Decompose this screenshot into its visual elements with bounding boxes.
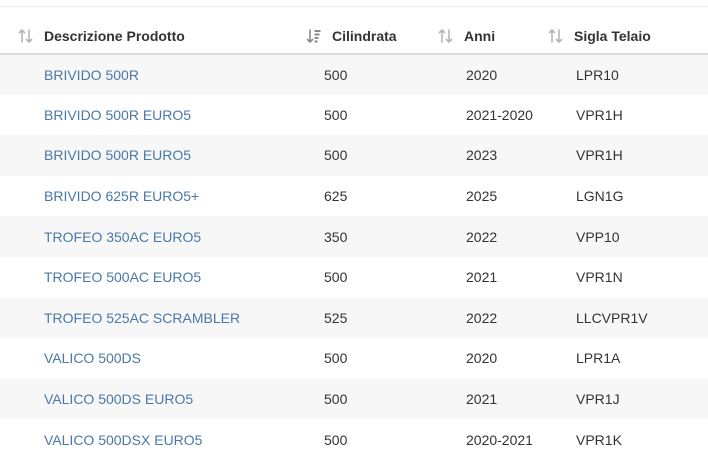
product-table: Descrizione Prodotto Cilindrata Anni Sig… xyxy=(0,18,708,460)
column-label: Descrizione Prodotto xyxy=(44,27,185,44)
sort-icon xyxy=(18,28,33,43)
cell-anni: 2021-2020 xyxy=(466,106,533,123)
cell-cilindrata: 500 xyxy=(324,350,348,367)
cell-cilindrata: 500 xyxy=(324,431,348,448)
table-row: VALICO 500DSX EURO5 500 2020-2021 VPR1K xyxy=(0,419,708,460)
product-link[interactable]: VALICO 500DS EURO5 xyxy=(44,391,193,407)
table-row: TROFEO 525AC SCRAMBLER 525 2022 LLCVPR1V xyxy=(0,297,708,339)
column-label: Cilindrata xyxy=(332,27,397,44)
cell-sigla-telaio: VPR1K xyxy=(576,431,622,448)
table-row: TROFEO 350AC EURO5 350 2022 VPP10 xyxy=(0,216,708,257)
product-link[interactable]: TROFEO 500AC EURO5 xyxy=(44,269,201,285)
cell-descrizione: BRIVIDO 500R EURO5 xyxy=(0,135,324,176)
cell-anni: 2023 xyxy=(466,147,498,164)
cell-descrizione: VALICO 500DS xyxy=(0,338,324,379)
cell-anni: 2022 xyxy=(466,228,498,245)
cell-cilindrata: 500 xyxy=(324,66,348,83)
table-row: BRIVIDO 500R EURO5 500 2023 VPR1H xyxy=(0,135,708,176)
table-row: VALICO 500DS EURO5 500 2021 VPR1J xyxy=(0,378,708,420)
cell-descrizione: VALICO 500DS EURO5 xyxy=(0,379,324,420)
cell-cilindrata: 500 xyxy=(324,147,348,164)
product-link[interactable]: TROFEO 525AC SCRAMBLER xyxy=(44,310,240,326)
cell-sigla-telaio: VPR1H xyxy=(576,147,623,164)
cell-sigla-telaio: LPR1A xyxy=(576,350,621,367)
cell-anni: 2020 xyxy=(466,66,498,83)
column-header-descrizione[interactable]: Descrizione Prodotto xyxy=(0,18,324,55)
cell-descrizione: TROFEO 525AC SCRAMBLER xyxy=(0,298,324,339)
cell-sigla-telaio: VPR1J xyxy=(576,391,620,408)
table-row: BRIVIDO 625R EURO5+ 625 2025 LGN1G xyxy=(0,175,708,217)
cell-descrizione: BRIVIDO 500R xyxy=(0,54,324,95)
product-link[interactable]: VALICO 500DS xyxy=(44,350,141,366)
product-link[interactable]: BRIVIDO 500R xyxy=(44,67,139,83)
table-row: BRIVIDO 500R 500 2020 LPR10 xyxy=(0,54,708,95)
table-row: VALICO 500DS 500 2020 LPR1A xyxy=(0,338,708,379)
sort-icon xyxy=(438,28,453,43)
cell-sigla-telaio: LLCVPR1V xyxy=(576,309,648,326)
cell-cilindrata: 500 xyxy=(324,391,348,408)
cell-descrizione: TROFEO 500AC EURO5 xyxy=(0,257,324,298)
top-divider xyxy=(0,6,708,7)
cell-cilindrata: 500 xyxy=(324,269,348,286)
cell-anni: 2020-2021 xyxy=(466,431,533,448)
cell-descrizione: TROFEO 350AC EURO5 xyxy=(0,216,324,257)
product-link[interactable]: BRIVIDO 500R EURO5 xyxy=(44,147,191,163)
cell-anni: 2021 xyxy=(466,269,498,286)
cell-sigla-telaio: VPR1N xyxy=(576,269,623,286)
table-row: TROFEO 500AC EURO5 500 2021 VPR1N xyxy=(0,256,708,298)
product-link[interactable]: BRIVIDO 500R EURO5 xyxy=(44,107,191,123)
product-link[interactable]: VALICO 500DSX EURO5 xyxy=(44,432,202,448)
cell-cilindrata: 500 xyxy=(324,106,348,123)
cell-cilindrata: 625 xyxy=(324,188,348,205)
cell-cilindrata: 350 xyxy=(324,228,348,245)
sort-amount-down-icon xyxy=(306,28,321,43)
cell-sigla-telaio: VPP10 xyxy=(576,228,620,245)
cell-anni: 2025 xyxy=(466,188,498,205)
cell-cilindrata: 525 xyxy=(324,309,348,326)
table-row: BRIVIDO 500R EURO5 500 2021-2020 VPR1H xyxy=(0,94,708,136)
cell-descrizione: VALICO 500DSX EURO5 xyxy=(0,419,324,460)
cell-anni: 2022 xyxy=(466,309,498,326)
cell-anni: 2020 xyxy=(466,350,498,367)
table-header-row: Descrizione Prodotto Cilindrata Anni Sig… xyxy=(0,18,708,55)
cell-anni: 2021 xyxy=(466,391,498,408)
product-link[interactable]: BRIVIDO 625R EURO5+ xyxy=(44,188,199,204)
sort-icon xyxy=(548,28,563,43)
cell-sigla-telaio: LGN1G xyxy=(576,188,624,205)
cell-sigla-telaio: LPR10 xyxy=(576,66,619,83)
cell-sigla-telaio: VPR1H xyxy=(576,106,623,123)
product-link[interactable]: TROFEO 350AC EURO5 xyxy=(44,229,201,245)
column-header-sigla-telaio[interactable]: Sigla Telaio xyxy=(548,18,708,55)
column-label: Sigla Telaio xyxy=(574,27,651,44)
column-label: Anni xyxy=(464,27,496,44)
cell-descrizione: BRIVIDO 500R EURO5 xyxy=(0,95,324,136)
cell-descrizione: BRIVIDO 625R EURO5+ xyxy=(0,176,324,217)
